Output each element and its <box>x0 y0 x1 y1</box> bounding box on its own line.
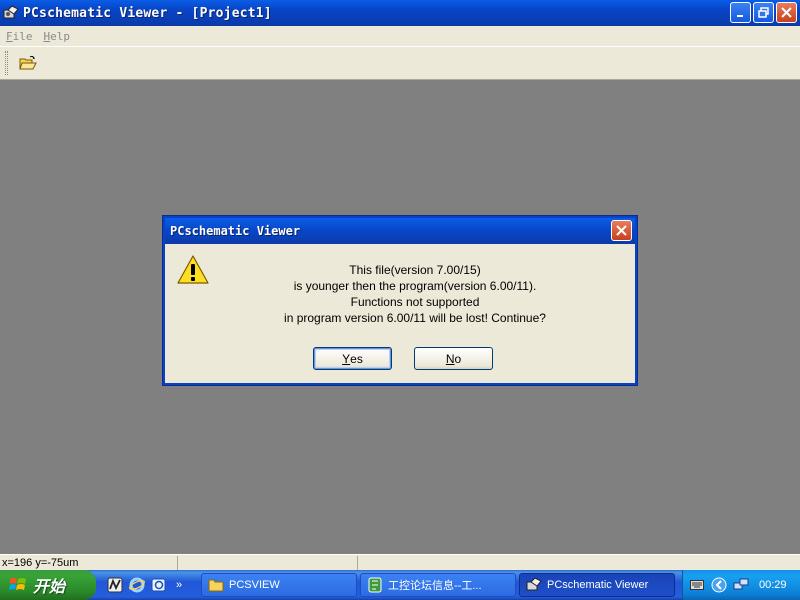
restore-button[interactable] <box>753 2 774 23</box>
clock[interactable]: 00:29 <box>759 579 787 591</box>
folder-icon <box>208 579 224 592</box>
system-tray: 00:29 <box>682 570 800 600</box>
warning-icon <box>177 255 209 284</box>
restore-icon <box>758 7 769 18</box>
start-label: 开始 <box>33 579 66 596</box>
dialog-title-bar[interactable]: PCschematic Viewer <box>165 218 635 244</box>
start-button[interactable]: 开始 <box>0 570 96 600</box>
close-button[interactable] <box>776 2 797 23</box>
close-icon <box>616 225 627 236</box>
status-bar: x=196 y=-75um <box>0 554 800 570</box>
quick-launch-more[interactable]: » <box>176 579 182 591</box>
pcschematic-app-icon[interactable] <box>3 5 19 21</box>
dialog-title: PCschematic Viewer <box>170 224 301 238</box>
taskbar: 开始 » PCSVIEW 工控论坛信息--工... PCschematic Vi… <box>0 570 800 600</box>
media-icon <box>107 577 123 593</box>
taskbar-item[interactable]: PCSVIEW <box>201 573 357 597</box>
toolbar <box>0 46 800 80</box>
keyboard-icon[interactable] <box>689 577 705 593</box>
status-pane-2 <box>178 555 358 570</box>
open-file-button[interactable] <box>16 51 40 75</box>
network-icon[interactable] <box>733 577 749 593</box>
minimize-button[interactable] <box>730 2 751 23</box>
chevron-left-icon <box>711 577 727 593</box>
taskbar-item-label: PCschematic Viewer <box>547 579 649 591</box>
menu-help[interactable]: Help <box>39 30 76 43</box>
show-hidden-icons-button[interactable] <box>711 577 727 593</box>
browser-icon <box>151 578 166 592</box>
internet-explorer-icon <box>129 577 145 593</box>
dialog-message: This file(version 7.00/15) is younger th… <box>215 262 615 326</box>
dialog-message-line: This file(version 7.00/15) <box>349 263 481 277</box>
windows-logo-icon <box>9 578 26 590</box>
taskbar-item-active[interactable]: PCschematic Viewer <box>519 573 675 597</box>
minimize-icon <box>736 14 743 17</box>
browser-icon <box>368 577 382 593</box>
window-title: PCschematic Viewer - [Project1] <box>23 5 272 21</box>
quick-launch-item[interactable] <box>128 576 146 594</box>
yes-button[interactable]: Yes <box>313 347 392 370</box>
status-pane-3 <box>358 556 800 570</box>
menu-file[interactable]: File <box>1 30 38 43</box>
menu-bar: File Help <box>0 26 800 46</box>
dialog-body: This file(version 7.00/15) is younger th… <box>165 244 635 383</box>
quick-launch: » <box>106 576 198 594</box>
dialog-message-line: in program version 6.00/11 will be lost!… <box>284 311 546 325</box>
quick-launch-item[interactable] <box>150 576 168 594</box>
close-icon <box>781 7 792 18</box>
dialog-message-line: is younger then the program(version 6.00… <box>293 279 537 293</box>
open-folder-icon <box>19 55 37 70</box>
taskbar-item-label: PCSVIEW <box>229 579 280 591</box>
window-title-bar[interactable]: PCschematic Viewer - [Project1] <box>0 0 800 26</box>
no-button[interactable]: No <box>414 347 493 370</box>
toolbar-grip[interactable] <box>5 51 8 75</box>
dialog-message-line: Functions not supported <box>350 295 480 309</box>
quick-launch-item[interactable] <box>106 576 124 594</box>
taskbar-item-label: 工控论坛信息--工... <box>388 580 482 592</box>
taskbar-item[interactable]: 工控论坛信息--工... <box>360 573 516 597</box>
dialog-close-button[interactable] <box>611 220 632 241</box>
status-coords: x=196 y=-75um <box>0 555 178 570</box>
version-warning-dialog: PCschematic Viewer This file(version 7.0… <box>163 216 637 385</box>
pcschematic-icon <box>526 577 542 591</box>
